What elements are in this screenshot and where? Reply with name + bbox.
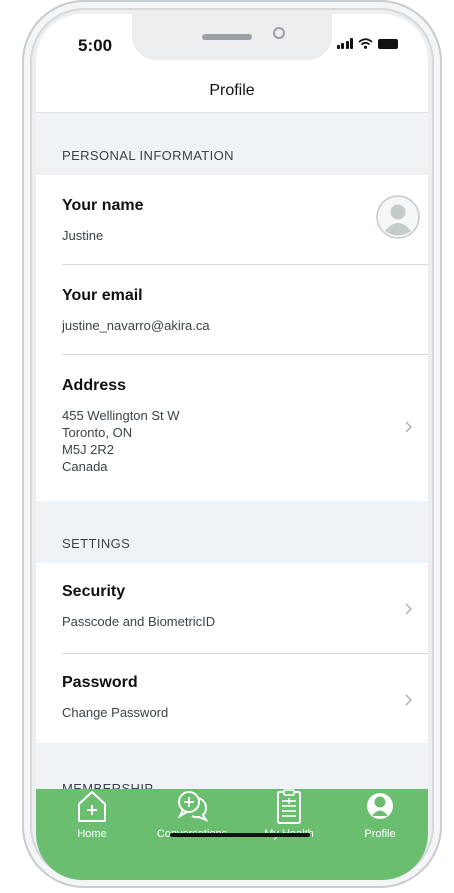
address-line-1: 455 Wellington St W [62,408,180,423]
tab-home[interactable]: Home [64,789,120,847]
section-label: SETTINGS [62,536,131,551]
wifi-icon [358,38,373,49]
home-indicator [170,833,310,837]
section-header-settings: SETTINGS [36,501,428,563]
nav-bar: Profile [36,64,428,113]
name-value: Justine [62,228,104,243]
email-value: justine_navarro@akira.ca [62,318,210,333]
status-icons [336,38,398,49]
email-row[interactable]: Your email justine_navarro@akira.ca [62,265,428,355]
tab-bar: Home Conversations My Health [36,789,428,880]
tab-profile[interactable]: Profile [352,789,408,847]
address-line-3: M5J 2R2 [62,442,115,457]
chevron-right-icon [405,421,412,433]
personal-info-group: Your name Justine Your email justine_nav… [36,175,428,501]
security-title: Security [62,583,126,600]
tab-label: Profile [364,828,396,840]
notch [132,14,332,60]
home-plus-icon [78,791,106,822]
page-title: Profile [209,82,255,99]
tab-conversations[interactable]: Conversations [144,789,240,847]
phone-screen: 5:00 Profile PERSONAL INFORMATION Your n… [36,14,428,880]
settings-group: Security Passcode and BiometricID Passwo… [36,563,428,743]
tab-label: Home [77,828,107,840]
signal-icon [336,38,353,49]
section-header-personal: PERSONAL INFORMATION [36,113,428,175]
status-time: 5:00 [78,36,113,55]
person-icon [367,793,393,819]
address-row[interactable]: Address 455 Wellington St W Toronto, ON … [62,355,428,501]
battery-icon [378,39,398,49]
chat-bubbles-icon [177,791,209,823]
security-subtitle: Passcode and BiometricID [62,614,216,629]
address-title: Address [62,377,127,394]
chevron-right-icon [405,694,412,706]
speaker [202,34,252,40]
email-title: Your email [62,287,143,304]
chevron-right-icon [405,603,412,615]
address-line-2: Toronto, ON [62,425,133,440]
password-row[interactable]: Password Change Password [62,654,428,743]
password-title: Password [62,674,138,691]
tab-my-health[interactable]: My Health [254,789,324,847]
name-row[interactable]: Your name Justine [62,175,428,265]
address-line-4: Canada [62,459,108,474]
camera [273,27,285,39]
security-row[interactable]: Security Passcode and BiometricID [62,563,428,654]
clipboard-icon [277,789,301,824]
password-subtitle: Change Password [62,705,169,720]
section-label: PERSONAL INFORMATION [62,148,234,163]
avatar-icon[interactable] [376,195,420,239]
name-title: Your name [62,197,144,214]
profile-content[interactable]: PERSONAL INFORMATION Your name Justine Y… [36,113,428,823]
